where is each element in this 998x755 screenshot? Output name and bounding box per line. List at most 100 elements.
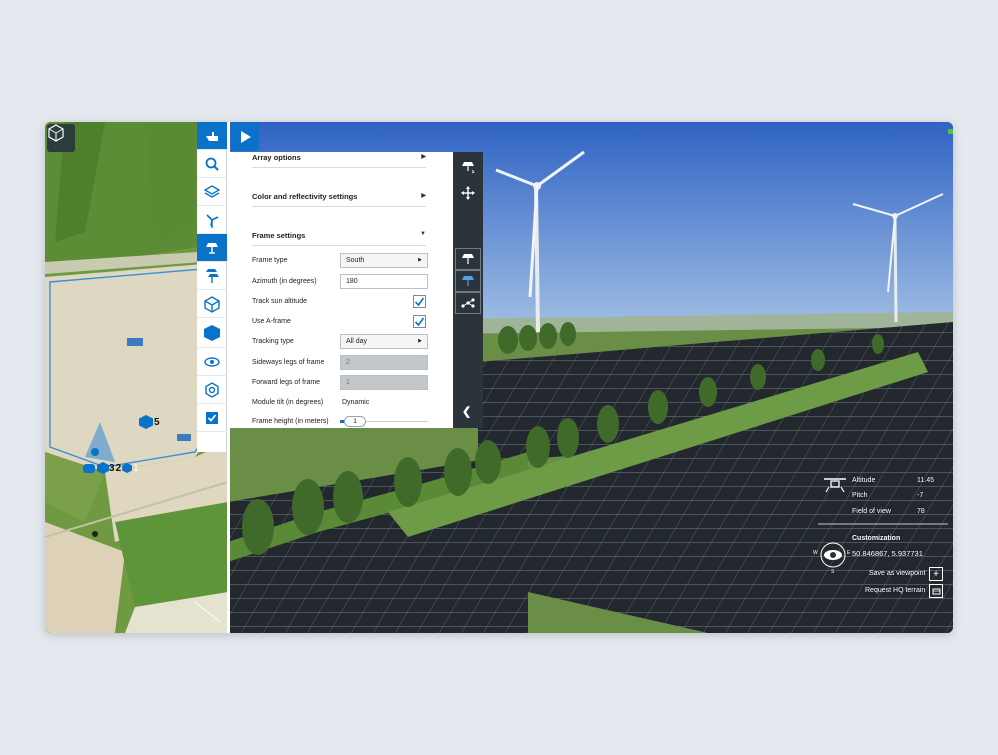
view-tool-button[interactable]: [197, 348, 227, 376]
tracking-type-label: Tracking type: [252, 337, 294, 345]
a-frame-checkbox[interactable]: [413, 314, 426, 328]
module-tilt-row: Module tilt (in degrees) Dynamic: [252, 394, 428, 410]
sideways-legs-input[interactable]: 2: [340, 354, 428, 370]
chevron-left-icon: ❮: [462, 406, 472, 418]
module-tilt-value: Dynamic: [342, 398, 370, 406]
solar-frame-icon: [462, 254, 474, 264]
pointer-tool-button[interactable]: [197, 122, 227, 150]
save-viewpoint-label: Save as viewpoint: [869, 570, 926, 577]
app-window: 5 3 2 1 Array options ▶ Color and reflec…: [45, 122, 953, 633]
frame-type-select[interactable]: South ▶: [340, 252, 428, 268]
pitch-label: Pitch: [852, 492, 868, 499]
volume-tool-button[interactable]: [197, 318, 227, 348]
caret-right-icon: ▶: [421, 154, 426, 160]
wind-turbine-icon: [206, 213, 219, 228]
marker-label: 5: [154, 416, 160, 428]
checkmark-icon: [414, 317, 425, 326]
network-icon: [461, 298, 475, 308]
a-frame-row: Use A-frame: [252, 313, 428, 329]
sideways-legs-value: 2: [346, 358, 350, 366]
tracking-type-select[interactable]: All day ▶: [340, 333, 428, 349]
section-color-settings[interactable]: Color and reflectivity settings ▶: [252, 192, 426, 207]
array-tool-button[interactable]: [197, 262, 227, 290]
azimuth-input[interactable]: 180: [340, 273, 428, 289]
frame-height-row: Frame height (in meters) 1: [252, 413, 428, 428]
roof-panel-button[interactable]: [455, 156, 481, 178]
tracking-type-value: All day: [346, 337, 368, 345]
solid-cube-icon: [204, 324, 220, 341]
section-frame-settings[interactable]: Frame settings ▼: [252, 231, 426, 246]
frame-settings-panel: Array options ▶ Color and reflectivity s…: [230, 152, 483, 428]
azimuth-row: Azimuth (in degrees) 180: [252, 273, 428, 289]
gear-icon: [205, 381, 219, 398]
section-array-options[interactable]: Array options ▶: [252, 153, 426, 168]
hand-pointer-icon: [206, 131, 218, 141]
compass-south: S: [831, 569, 835, 575]
altitude-value: 11.45: [917, 477, 934, 484]
customization-label: Customization: [852, 535, 901, 542]
request-terrain-button[interactable]: [929, 584, 943, 598]
solar-panel-tool-button[interactable]: [197, 234, 227, 262]
connections-button[interactable]: [455, 292, 481, 314]
save-viewpoint-button[interactable]: +: [929, 567, 943, 581]
coordinates-readout: 50.846867, 5.937731: [852, 549, 923, 558]
frame-height-value: 1: [353, 417, 357, 425]
pitch-value: -7: [917, 492, 924, 499]
map-marker-group[interactable]: 3 2 1: [83, 462, 139, 474]
app-logo-button[interactable]: [47, 124, 75, 152]
marker-label: 2: [115, 462, 122, 474]
altitude-label: Altitude: [852, 477, 876, 484]
building-tool-button[interactable]: [197, 290, 227, 318]
forward-legs-row: Forward legs of frame 1: [252, 374, 428, 390]
track-sun-label: Track sun altitude: [252, 297, 307, 305]
drone-icon: [824, 478, 846, 493]
caret-right-icon: ▶: [418, 257, 422, 263]
forward-legs-input[interactable]: 1: [340, 374, 428, 390]
collapse-panel-button[interactable]: ❮: [462, 405, 471, 418]
a-frame-label: Use A-frame: [252, 317, 291, 325]
checkmark-icon: [414, 297, 425, 306]
play-icon: [241, 131, 251, 143]
checklist-tool-button[interactable]: [197, 404, 227, 432]
move-arrows-icon: [461, 186, 475, 200]
request-terrain-label: Request HQ terrain: [865, 587, 926, 594]
compass-widget[interactable]: W E S: [813, 540, 851, 575]
cube-logo-icon: [48, 124, 64, 142]
map-marker-5[interactable]: 5: [139, 415, 160, 429]
search-tool-button[interactable]: [197, 150, 227, 178]
layers-icon: [203, 184, 221, 198]
marker-label: 3: [109, 462, 115, 474]
status-indicator: [948, 129, 953, 134]
slider-thumb[interactable]: 1: [344, 415, 366, 427]
reflectivity-button[interactable]: [455, 270, 481, 292]
caret-down-icon: ▼: [420, 231, 426, 237]
compass-east: E: [847, 550, 851, 556]
wind-turbine-tool-button[interactable]: [197, 206, 227, 234]
box-icon: [204, 295, 220, 313]
forward-legs-value: 1: [346, 378, 350, 386]
sun-panel-icon: [462, 276, 474, 286]
compass-eye-icon: [820, 542, 846, 568]
azimuth-value: 180: [346, 277, 358, 285]
terrain-icon: [932, 588, 940, 594]
play-button[interactable]: [231, 123, 259, 151]
sideways-legs-row: Sideways legs of frame 2: [252, 354, 428, 370]
layers-tool-button[interactable]: [197, 178, 227, 206]
caret-right-icon: ▶: [421, 193, 426, 199]
frame-height-label: Frame height (in meters): [252, 417, 329, 425]
track-sun-row: Track sun altitude: [252, 293, 428, 309]
plus-icon: +: [933, 568, 939, 580]
panel-array-icon: [206, 268, 219, 283]
forward-legs-label: Forward legs of frame: [252, 378, 321, 386]
frame-type-panel-button[interactable]: [455, 248, 481, 270]
azimuth-label: Azimuth (in degrees): [252, 277, 317, 285]
eye-icon: [204, 356, 220, 367]
frame-type-label: Frame type: [252, 256, 288, 264]
marker-label: 1: [133, 462, 139, 474]
tracking-type-row: Tracking type All day ▶: [252, 333, 428, 349]
fov-value: 78: [917, 508, 925, 515]
frame-height-slider[interactable]: 1: [340, 414, 428, 429]
move-button[interactable]: [455, 182, 481, 204]
settings-tool-button[interactable]: [197, 376, 227, 404]
track-sun-checkbox[interactable]: [413, 294, 426, 308]
